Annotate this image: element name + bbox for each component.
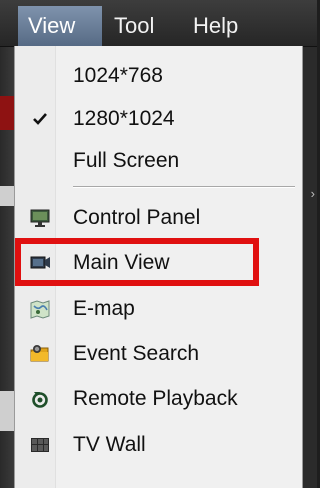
tv-wall-icon (29, 434, 51, 456)
menu-item-full-screen[interactable]: Full Screen (15, 139, 302, 183)
menu-item-e-map[interactable]: E-map (15, 287, 302, 331)
menu-item-1024x768[interactable]: 1024*768 (15, 54, 302, 98)
screenshot: › View Tool Help 1024*768 1280*1024 Full… (0, 0, 317, 488)
menu-item-event-search[interactable]: Event Search (15, 332, 302, 376)
highlight-annotation-box (15, 238, 259, 286)
menu-item-remote-playback[interactable]: Remote Playback (15, 377, 302, 421)
background-app-edge (0, 46, 14, 488)
monitor-icon (29, 207, 51, 229)
checkmark-icon (29, 108, 51, 130)
folder-search-icon (29, 343, 51, 365)
view-dropdown-menu: 1024*768 1280*1024 Full Screen Control P… (14, 46, 303, 488)
menu-item-label: E-map (73, 297, 135, 320)
menu-item-label: 1024*768 (73, 64, 163, 87)
menu-separator (73, 186, 295, 188)
menu-bar: View Tool Help (0, 0, 317, 47)
playback-icon (29, 388, 51, 410)
menu-item-label: TV Wall (73, 433, 146, 456)
menu-item-label: Event Search (73, 342, 200, 365)
menu-item-control-panel[interactable]: Control Panel (15, 196, 302, 240)
map-icon (29, 298, 51, 320)
menu-item-label: Full Screen (73, 149, 180, 172)
menu-help[interactable]: Help (183, 6, 248, 46)
menu-item-tv-wall[interactable]: TV Wall (15, 423, 302, 467)
background-app-edge-right: › (303, 46, 317, 488)
menu-tool[interactable]: Tool (104, 6, 164, 46)
menu-item-label: Control Panel (73, 206, 201, 229)
menu-view[interactable]: View (18, 6, 102, 46)
menu-item-label: 1280*1024 (73, 107, 175, 130)
menu-item-1280x1024[interactable]: 1280*1024 (15, 97, 302, 141)
menu-item-label: Remote Playback (73, 387, 238, 410)
